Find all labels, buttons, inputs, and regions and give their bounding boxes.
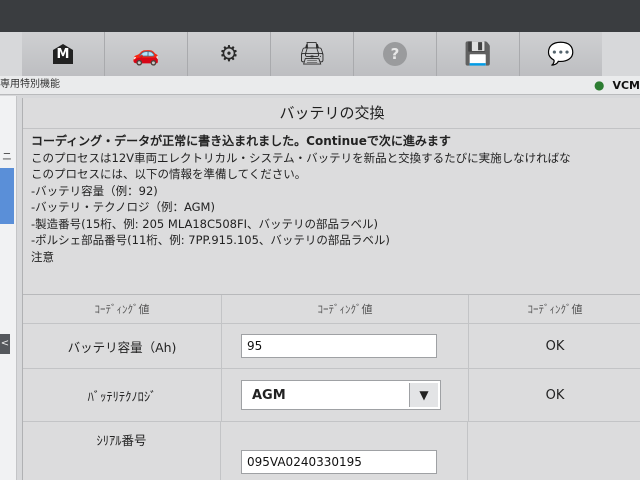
left-tab-label: ニ (2, 152, 12, 163)
success-message: コーディング・データが正常に書き込まれました。Continueで次に進みます (31, 134, 451, 148)
status-ok: OK (545, 387, 565, 403)
left-nav-selected-item[interactable] (0, 168, 14, 224)
row-label: ｼﾘｱﾙ番号 (23, 422, 221, 480)
column-header: ｺｰﾃﾞｨﾝｸﾞ値 (222, 295, 469, 323)
instruction-line: このプロセスは12V車両エレクトリカル・システム・バッテリを新品と交換するたびに… (31, 150, 571, 165)
collapse-handle[interactable]: < (0, 334, 10, 354)
battery-panel: バッテリの交換 コーディング・データが正常に書き込まれました。Continueで… (22, 98, 640, 480)
dropdown-arrow-icon[interactable]: ▼ (409, 383, 438, 407)
status-cell: OK (469, 324, 640, 368)
instruction-line: -バッテリ・テクノロジ（例：AGM) (31, 200, 215, 214)
column-header: ｺｰﾃﾞｨﾝｸﾞ値 (23, 295, 222, 323)
panel-title: バッテリの交換 (23, 98, 640, 129)
settings-button[interactable]: ⚙ (188, 32, 271, 76)
instruction-line: このプロセスには、以下の情報を準備してください。 (31, 167, 307, 181)
instruction-line: -バッテリ容量（例：92) (31, 183, 158, 198)
message-icon: 💬 (547, 41, 575, 67)
table-row: ﾊﾞｯﾃﾘﾃｸﾉﾛｼﾞ AGM ▼ OK (23, 369, 640, 422)
message-button[interactable]: 💬 (520, 32, 602, 76)
breadcrumb: 専用特別機能 ● VCM (0, 76, 640, 95)
globe-icon: ● (593, 78, 605, 92)
vehicle-swap-button[interactable]: 🚗 (105, 32, 188, 76)
table-header-row: ｺｰﾃﾞｨﾝｸﾞ値 ｺｰﾃﾞｨﾝｸﾞ値 ｺｰﾃﾞｨﾝｸﾞ値 (23, 295, 640, 324)
save-icon: 💾 (464, 41, 492, 67)
instruction-line: -製造番号(15桁、例: 205 MLA18C508FI、バッテリの部品ラベル) (31, 216, 378, 231)
top-toolbar: M 🚗 ⚙ 🖨 ? 💾 💬 (22, 32, 602, 77)
battery-technology-select[interactable]: AGM ▼ (241, 380, 441, 410)
value-cell: AGM ▼ (222, 369, 469, 421)
vcm-label: VCM (612, 79, 640, 92)
value-cell: 095VA0240330195 (222, 422, 468, 480)
instruction-line: -ポルシェ部品番号(11桁、例: 7PP.915.105、バッテリの部品ラベル) (31, 233, 390, 247)
serial-number-input[interactable]: 095VA0240330195 (241, 450, 437, 474)
column-header: ｺｰﾃﾞｨﾝｸﾞ値 (527, 303, 583, 316)
print-button[interactable]: 🖨 (271, 32, 354, 76)
coding-table: ｺｰﾃﾞｨﾝｸﾞ値 ｺｰﾃﾞｨﾝｸﾞ値 ｺｰﾃﾞｨﾝｸﾞ値 バッテリ容量（Ah)… (23, 294, 640, 480)
instruction-text: コーディング・データが正常に書き込まれました。Continueで次に進みます こ… (23, 129, 640, 265)
diagnostic-screen: M 🚗 ⚙ 🖨 ? 💾 💬 専用特別機能 ● VCM ニ < バッテリの交換 コ… (0, 32, 640, 480)
breadcrumb-text: 専用特別機能 (0, 79, 60, 90)
home-button[interactable]: M (22, 32, 105, 76)
row-label: バッテリ容量（Ah) (23, 324, 222, 368)
vehicle-swap-icon: 🚗 (132, 41, 160, 67)
settings-icon: ⚙ (219, 41, 239, 67)
help-button[interactable]: ? (354, 32, 437, 76)
vcm-status: ● VCM (594, 76, 640, 95)
help-icon: ? (383, 42, 407, 66)
value-cell: 95 (222, 324, 469, 368)
status-ok: OK (545, 338, 565, 354)
home-icon: M (53, 44, 73, 64)
table-row: ｼﾘｱﾙ番号 095VA0240330195 (23, 422, 640, 480)
left-nav-strip: ニ < (0, 96, 17, 480)
save-button[interactable]: 💾 (437, 32, 520, 76)
row-label: ﾊﾞｯﾃﾘﾃｸﾉﾛｼﾞ (23, 369, 222, 421)
status-cell: OK (469, 369, 640, 421)
chevron-left-icon: < (0, 338, 10, 349)
instruction-line: 注意 (31, 249, 54, 264)
battery-capacity-input[interactable]: 95 (241, 334, 437, 358)
status-cell (469, 422, 640, 480)
print-icon: 🖨 (298, 41, 326, 67)
selected-value: AGM (252, 387, 286, 403)
table-row: バッテリ容量（Ah) 95 OK (23, 324, 640, 369)
